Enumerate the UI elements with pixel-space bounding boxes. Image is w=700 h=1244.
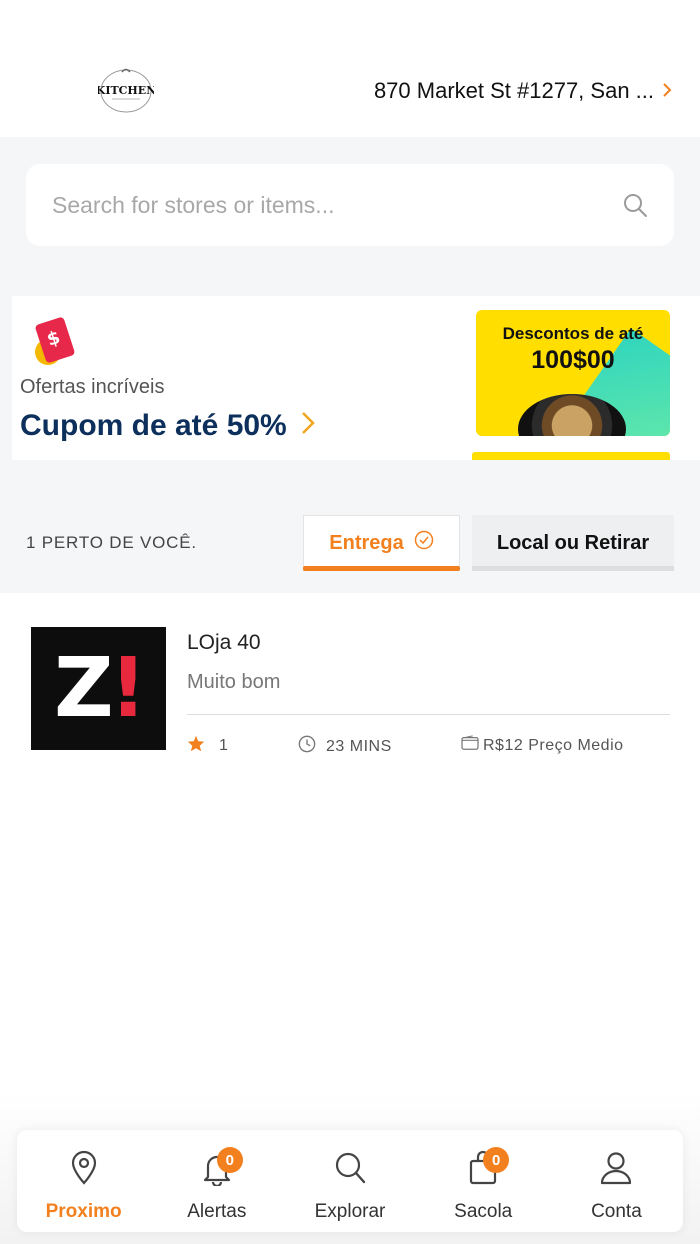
tab-local-label: Local ou Retirar (496, 531, 650, 554)
chevron-right-icon (662, 81, 672, 104)
tab-proximo[interactable]: Proximo (17, 1130, 150, 1232)
svg-text:KITCHEN: KITCHEN (98, 84, 154, 97)
tab-conta-label: Conta (591, 1201, 642, 1222)
tab-alertas-label: Alertas (187, 1201, 247, 1222)
price-value: R$12 Preço Medio (483, 736, 624, 754)
check-circle-icon (414, 530, 434, 556)
store-average-price: R$12 Preço Medio (461, 735, 624, 756)
discount-banner[interactable]: Descontos de até 100$00 (476, 310, 670, 436)
store-rating: 1 (187, 735, 228, 757)
delivery-address[interactable]: 870 Market St #1277, San ... (374, 78, 672, 104)
tab-entrega-label: Entrega (329, 531, 404, 554)
bottom-tab-bar: Proximo 0 Alertas Explorar 0 Sacola Cont… (17, 1130, 683, 1232)
kitchen-logo[interactable]: KITCHEN (96, 66, 156, 114)
secondary-banner[interactable] (472, 452, 670, 460)
tab-sacola-label: Sacola (454, 1201, 513, 1222)
banner-line-1: Descontos de até (502, 324, 644, 343)
promo-title-text: Cupom de até 50% (20, 409, 287, 442)
store-logo: Z! (31, 627, 166, 750)
tab-indicator (472, 566, 674, 571)
search-input[interactable] (52, 191, 622, 219)
user-icon (599, 1150, 633, 1191)
store-delivery-time: 23 MINS (298, 735, 392, 758)
search-icon[interactable] (622, 192, 648, 218)
tab-proximo-label: Proximo (45, 1201, 122, 1222)
store-name: LOja 40 (187, 631, 261, 654)
tab-sacola[interactable]: 0 Sacola (417, 1130, 550, 1232)
tab-entrega[interactable]: Entrega (303, 515, 460, 571)
store-description: Muito bom (187, 671, 281, 693)
header: KITCHEN 870 Market St #1277, San ... (0, 0, 700, 137)
tab-explorar[interactable]: Explorar (283, 1130, 416, 1232)
location-pin-icon (67, 1150, 101, 1191)
divider (187, 714, 670, 715)
nearby-count-label: 1 PERTO DE VOCÊ. (26, 533, 197, 552)
tab-alertas[interactable]: 0 Alertas (150, 1130, 283, 1232)
bag-badge: 0 (483, 1147, 510, 1173)
wallet-icon (461, 735, 479, 756)
store-card[interactable]: Z! LOja 40 Muito bom 1 23 MINS R$12 Preç… (0, 593, 700, 773)
alerts-badge: 0 (216, 1147, 243, 1173)
rating-value: 1 (219, 737, 229, 754)
promo-section[interactable]: $ Ofertas incríveis Cupom de até 50% Des… (12, 296, 700, 460)
search-bar[interactable] (26, 164, 674, 246)
tab-explorar-label: Explorar (314, 1201, 386, 1222)
star-icon (187, 735, 205, 757)
banner-line-2: 100$00 (531, 346, 615, 374)
address-text: 870 Market St #1277, San ... (373, 78, 654, 103)
search-icon (333, 1150, 367, 1191)
coupon-icon: $ (20, 306, 86, 372)
clock-icon (298, 735, 316, 758)
time-value: 23 MINS (326, 737, 392, 755)
tab-local-ou-retirar[interactable]: Local ou Retirar (472, 515, 674, 571)
chevron-right-icon (301, 410, 315, 442)
active-tab-indicator (303, 566, 460, 571)
promo-title[interactable]: Cupom de até 50% (20, 409, 315, 443)
promo-subtitle: Ofertas incríveis (20, 376, 165, 398)
tab-conta[interactable]: Conta (550, 1130, 683, 1232)
